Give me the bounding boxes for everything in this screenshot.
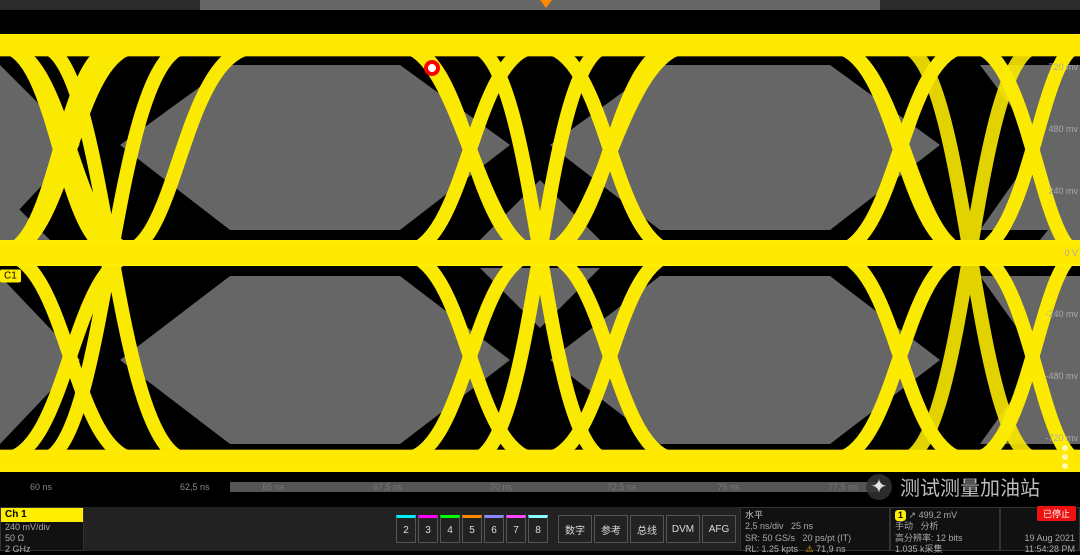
ch1-scale: 240 mV/div (1, 522, 83, 533)
y-axis-labels: 720 mv 480 mv 240 mv 0 V -240 mv -480 mv… (1045, 10, 1078, 496)
warning-icon: ⚠ (806, 544, 814, 554)
trigger-marker[interactable] (540, 0, 552, 8)
time-tick-label: 62,5 ns (180, 482, 210, 492)
channel-5-button[interactable]: 5 (462, 515, 482, 543)
ch1-impedance: 50 Ω (1, 533, 83, 544)
channel-2-button[interactable]: 2 (396, 515, 416, 543)
rising-edge-icon: ↗ (909, 510, 917, 520)
date-label: 19 Aug 2021 (1005, 533, 1075, 544)
ch1-readout[interactable]: Ch 1 240 mV/div 50 Ω 2 GHz (0, 507, 84, 551)
trigger-point-marker (426, 62, 438, 74)
reference-button[interactable]: 参考 (594, 515, 628, 543)
watermark: ✦ 测试测量加油站 (866, 472, 1040, 501)
overflow-menu-icon[interactable] (1062, 445, 1068, 451)
wechat-icon: ✦ (866, 474, 892, 500)
bus-button[interactable]: 总线 (630, 515, 664, 543)
time-start-label: 60 ns (30, 482, 52, 492)
timeline-scale-bottom: 65 ns 67,5 ns 70 ns 72,5 ns 75 ns 77,5 n… (230, 482, 880, 492)
bottom-toolbar: Ch 1 240 mV/div 50 Ω 2 GHz 2 3 4 5 6 7 8… (0, 507, 1080, 551)
channel-8-button[interactable]: 8 (528, 515, 548, 543)
channel-3-button[interactable]: 3 (418, 515, 438, 543)
ch1-ground-marker[interactable]: C1 (0, 269, 21, 282)
dvm-button[interactable]: DVM (666, 515, 700, 543)
ch1-header: Ch 1 (1, 508, 83, 522)
timeline-ruler-top (0, 0, 1080, 10)
ch1-bandwidth: 2 GHz (1, 544, 83, 555)
afg-button[interactable]: AFG (702, 515, 736, 543)
digital-button[interactable]: 数字 (558, 515, 592, 543)
channel-4-button[interactable]: 4 (440, 515, 460, 543)
channel-buttons: 2 3 4 5 6 7 8 数字 参考 总线 DVM AFG (392, 507, 740, 551)
trigger-readout[interactable]: 1 ↗ 499,2 mV 手动 分析 高分辨率: 12 bits 1.035 k… (890, 507, 1000, 551)
trigger-ch-badge: 1 (895, 510, 906, 521)
time-label: 11:54:28 PM (1005, 544, 1075, 555)
horizontal-title: 水平 (745, 510, 885, 521)
horizontal-readout[interactable]: 水平 2,5 ns/div 25 ns SR: 50 GS/s 20 ps/pt… (740, 507, 890, 551)
run-stop-button[interactable]: 已停止 (1037, 506, 1076, 521)
channel-7-button[interactable]: 7 (506, 515, 526, 543)
waveform-area[interactable] (0, 10, 1080, 496)
eye-diagram-svg (0, 10, 1080, 496)
channel-6-button[interactable]: 6 (484, 515, 504, 543)
